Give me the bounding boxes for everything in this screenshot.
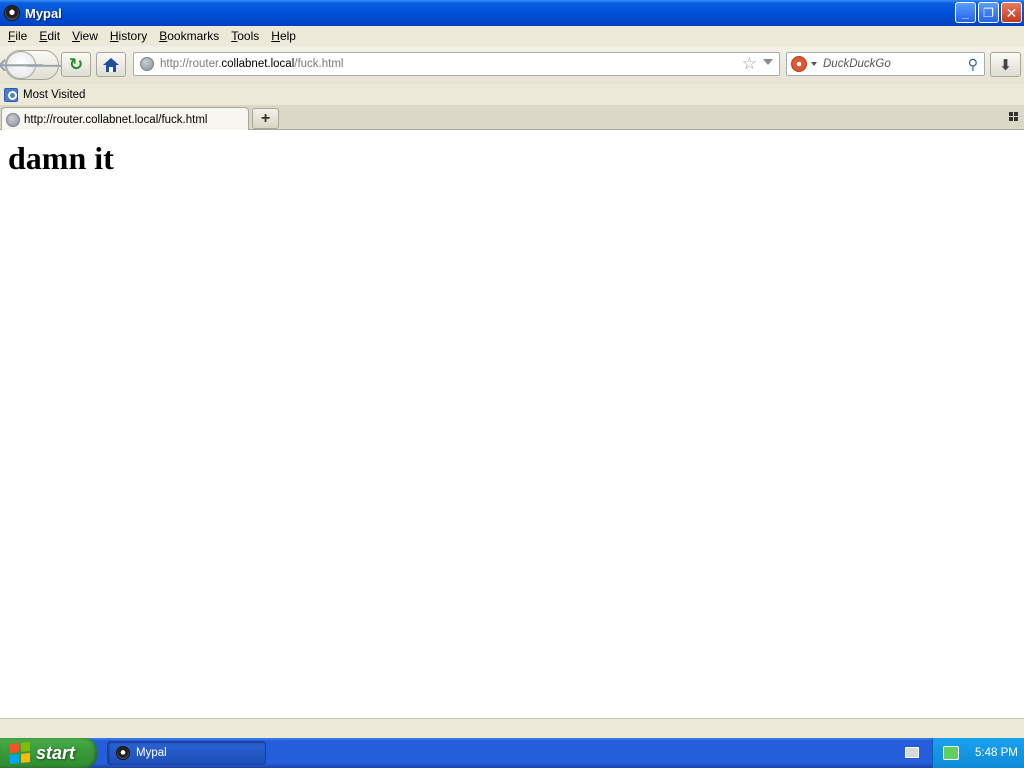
- mypal-app-icon[interactable]: [4, 5, 20, 21]
- status-bar: [0, 718, 1024, 738]
- duckduckgo-engine-icon[interactable]: [791, 56, 807, 72]
- menu-bar: File Edit View History Bookmarks Tools H…: [0, 26, 1024, 46]
- back-forward-group: 🡐 🡒: [0, 50, 69, 80]
- address-bar[interactable]: http://router.collabnet.local/fuck.html …: [133, 52, 780, 76]
- reload-button[interactable]: ↻: [61, 52, 91, 77]
- tab-strip: http://router.collabnet.local/fuck.html …: [0, 105, 1024, 131]
- tab-active[interactable]: http://router.collabnet.local/fuck.html: [1, 107, 249, 131]
- bookmark-star-icon[interactable]: ☆: [742, 54, 757, 74]
- bookmarks-toolbar: Most Visited: [0, 84, 1024, 105]
- keyboard-layout-icon[interactable]: [905, 747, 919, 758]
- window-controls: _ ❐ ✕: [955, 2, 1022, 23]
- start-button[interactable]: start: [0, 738, 97, 768]
- menu-history[interactable]: History: [104, 29, 153, 43]
- url-text[interactable]: http://router.collabnet.local/fuck.html: [160, 58, 343, 70]
- reload-icon: ↻: [68, 54, 84, 74]
- window-title: Mypal: [25, 5, 62, 21]
- menu-edit[interactable]: Edit: [33, 29, 66, 43]
- menu-bookmarks[interactable]: Bookmarks: [153, 29, 225, 43]
- system-tray: 5:48 PM: [932, 738, 1024, 768]
- bookmark-most-visited[interactable]: Most Visited: [4, 87, 86, 102]
- tab-globe-icon: [6, 112, 20, 127]
- mypal-taskbar-icon: [116, 746, 130, 760]
- search-magnifier-icon[interactable]: ⚲: [968, 56, 978, 73]
- menu-file[interactable]: File: [2, 29, 33, 43]
- minimize-button[interactable]: _: [955, 2, 976, 23]
- bookmark-label: Most Visited: [23, 88, 86, 101]
- new-tab-button[interactable]: +: [252, 108, 279, 129]
- menu-help[interactable]: Help: [265, 29, 302, 43]
- list-all-tabs-icon[interactable]: [1009, 112, 1018, 121]
- search-bar[interactable]: ⚲: [786, 52, 985, 76]
- start-label: start: [36, 742, 76, 763]
- windows-logo-icon: [10, 741, 30, 765]
- site-identity-globe-icon[interactable]: [140, 57, 154, 71]
- downloads-button[interactable]: ⬇: [990, 52, 1021, 77]
- url-history-dropdown-icon[interactable]: [763, 59, 773, 65]
- page-heading: damn it: [8, 140, 114, 176]
- home-icon: [103, 57, 119, 72]
- clock[interactable]: 5:48 PM: [975, 747, 1018, 759]
- tab-title: http://router.collabnet.local/fuck.html: [24, 113, 208, 126]
- smart-folder-icon: [4, 87, 18, 102]
- menu-view[interactable]: View: [66, 29, 104, 43]
- download-arrow-icon: ⬇: [999, 56, 1012, 74]
- page-content: damn it: [0, 130, 1024, 718]
- window-titlebar[interactable]: Mypal _ ❐ ✕: [0, 0, 1024, 26]
- restore-button[interactable]: ❐: [978, 2, 999, 23]
- home-button[interactable]: [96, 52, 126, 77]
- forward-button[interactable]: 🡒: [26, 55, 69, 75]
- taskbar-item-mypal[interactable]: Mypal: [107, 741, 266, 765]
- windows-taskbar: start Mypal 5:48 PM: [0, 738, 1024, 768]
- search-input[interactable]: [823, 55, 963, 73]
- menu-tools[interactable]: Tools: [225, 29, 265, 43]
- taskbar-item-label: Mypal: [136, 747, 167, 759]
- network-icon[interactable]: [943, 746, 959, 760]
- engine-dropdown-icon[interactable]: [811, 62, 817, 66]
- navigation-toolbar: 🡐 🡒 ↻ http://router.collabnet.local/fuck…: [0, 46, 1024, 84]
- close-button[interactable]: ✕: [1001, 2, 1022, 23]
